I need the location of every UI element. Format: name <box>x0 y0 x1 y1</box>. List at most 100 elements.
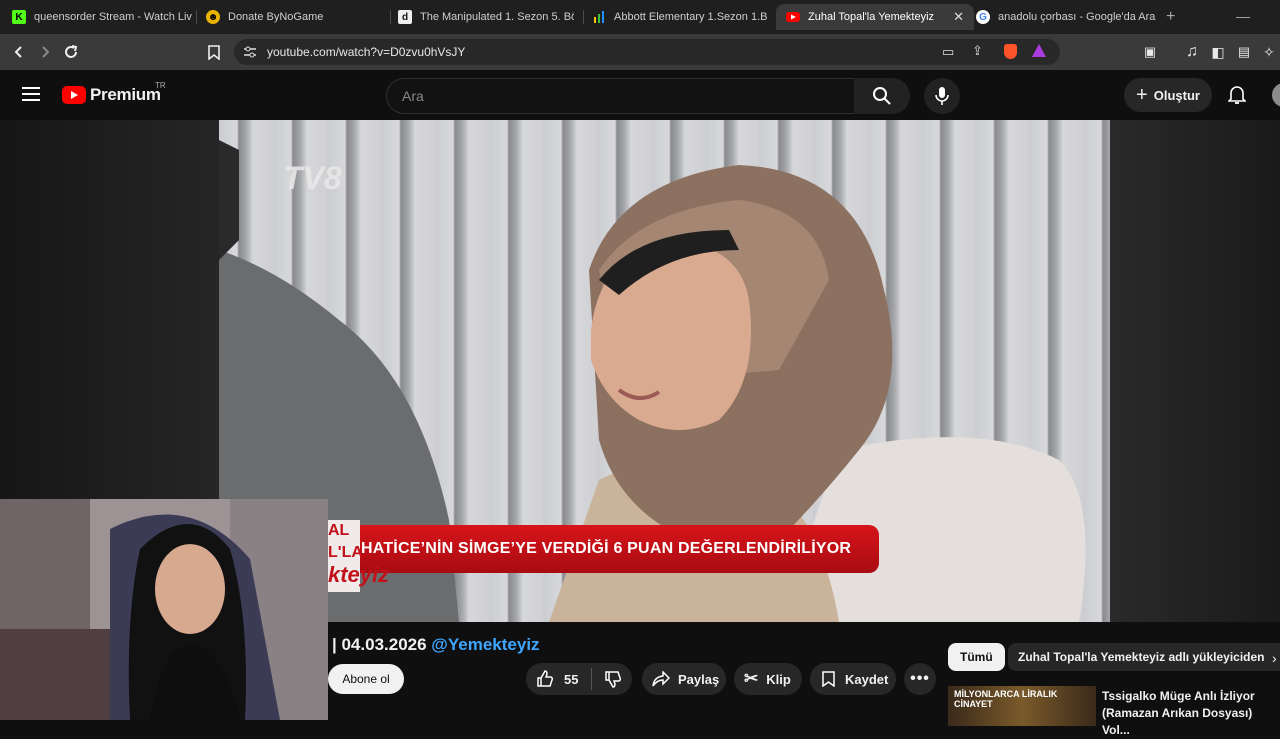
tab-abbott[interactable]: Abbott Elementary 1.Sezon 1.Bö <box>592 4 768 30</box>
youtube-header: Premium TR Ara + Oluştur <box>0 70 1280 120</box>
kick-icon: K <box>12 10 26 24</box>
chip-label: Tümü <box>960 650 993 664</box>
reader-mode-icon[interactable]: ▣ <box>1140 42 1160 62</box>
search-placeholder: Ara <box>402 88 424 104</box>
dislike-button[interactable] <box>604 670 622 688</box>
new-tab-button[interactable]: + <box>1166 8 1175 26</box>
minimize-button[interactable]: — <box>1236 8 1250 24</box>
show-logo-script: kteyiz <box>328 562 390 587</box>
thumbs-down-icon <box>605 671 622 688</box>
youtube-premium-logo[interactable]: Premium TR <box>62 81 166 105</box>
search-button[interactable] <box>854 78 910 114</box>
bookmark-icon <box>208 44 220 60</box>
tab-title: anadolu çorbası - Google'da Ara <box>998 11 1156 23</box>
leo-ai-icon[interactable]: ✧ <box>1259 42 1279 62</box>
back-button[interactable] <box>9 42 29 62</box>
reload-button[interactable] <box>61 42 81 62</box>
search-icon <box>873 87 891 105</box>
plus-icon: + <box>1136 83 1148 106</box>
url-text: youtube.com/watch?v=D0zvu0hVsJY <box>267 45 466 59</box>
browser-toolbar: youtube.com/watch?v=D0zvu0hVsJY ▭ ⇪ ▣ ♫ … <box>0 34 1280 70</box>
site-info-icon[interactable] <box>243 46 257 58</box>
lower-third-text: HATİCE’NİN SİMGE’YE VERDİĞİ 6 PUAN DEĞER… <box>361 540 852 557</box>
cast-icon[interactable]: ▭ <box>942 44 954 60</box>
logo-line: AL <box>328 522 350 539</box>
subscribe-button[interactable]: Abone ol <box>328 664 404 694</box>
bynogame-icon: ☻ <box>206 10 220 24</box>
streamer-webcam <box>0 499 328 720</box>
chip-label: Zuhal Topal'la Yemekteyiz adlı yükleyici… <box>1018 650 1265 664</box>
google-icon: G <box>976 10 990 24</box>
save-bookmark-icon <box>822 671 835 687</box>
video-title: | 04.03.2026 @Yemekteyiz <box>332 635 540 655</box>
tab-kick[interactable]: K queensorder Stream - Watch Liv <box>12 4 192 30</box>
like-dislike-group: 55 <box>526 663 632 695</box>
logo-text: Premium <box>90 85 161 104</box>
tab-title: Donate ByNoGame <box>228 11 324 23</box>
menu-icon[interactable] <box>22 87 40 105</box>
reco-title[interactable]: Tssigalko Müge Anlı İzliyor (Ramazan Arı… <box>1102 688 1280 739</box>
bookmark-page-button[interactable] <box>204 42 224 62</box>
brave-shield-icon[interactable] <box>1004 44 1017 59</box>
create-label: Oluştur <box>1153 87 1200 103</box>
share-label: Paylaş <box>678 671 720 687</box>
save-label: Kaydet <box>845 671 889 687</box>
more-horizontal-icon: ••• <box>910 670 930 687</box>
save-button[interactable]: Kaydet <box>810 663 896 695</box>
video-title-date: | 04.03.2026 <box>332 635 427 654</box>
webcam-scene <box>0 499 328 720</box>
clip-label: Klip <box>766 671 791 687</box>
recommended-video[interactable]: MİLYONLARCA LİRALIK CİNAYET Tssigalko Mü… <box>948 686 1280 737</box>
address-bar[interactable]: youtube.com/watch?v=D0zvu0hVsJY ▭ ⇪ <box>234 39 1060 65</box>
tab-youtube-active[interactable]: Zuhal Topal'la Yemekteyiz 9 ✕ <box>776 4 974 30</box>
bell-icon <box>1227 86 1247 104</box>
chip-all[interactable]: Tümü <box>948 643 1005 671</box>
like-button[interactable]: 55 <box>526 670 578 688</box>
microphone-icon <box>935 87 949 105</box>
lower-third-banner: HATİCE’NİN SİMGE’YE VERDİĞİ 6 PUAN DEĞER… <box>327 525 879 573</box>
scissors-icon: ✂ <box>744 669 759 688</box>
chip-scroll-right-icon[interactable]: › <box>1272 650 1277 666</box>
channel-watermark: TV8 <box>283 160 342 196</box>
voice-search-button[interactable] <box>924 78 960 114</box>
account-avatar[interactable] <box>1272 83 1280 107</box>
reload-icon <box>65 45 78 58</box>
create-button[interactable]: + Oluştur <box>1124 78 1212 112</box>
brave-rewards-icon[interactable] <box>1032 44 1046 57</box>
forward-button[interactable] <box>35 42 55 62</box>
notifications-button[interactable] <box>1227 85 1247 110</box>
thumbnail-caption: MİLYONLARCA LİRALIK CİNAYET <box>954 689 1058 709</box>
dizi-icon: d <box>398 10 412 24</box>
channel-hashtag-link[interactable]: @Yemekteyiz <box>431 635 539 654</box>
share-page-icon[interactable]: ⇪ <box>972 43 983 59</box>
tab-title: queensorder Stream - Watch Liv <box>34 11 192 23</box>
media-icon[interactable]: ♫ <box>1182 42 1202 62</box>
browser-tab-bar: K queensorder Stream - Watch Liv ☻ Donat… <box>0 0 1280 34</box>
tab-bynogame[interactable]: ☻ Donate ByNoGame <box>206 4 386 30</box>
more-actions-button[interactable]: ••• <box>904 663 936 695</box>
tab-manipulated[interactable]: d The Manipulated 1. Sezon 5. Bö <box>398 4 574 30</box>
share-button[interactable]: Paylaş <box>642 663 726 695</box>
arrow-left-icon <box>14 46 22 58</box>
country-code: TR <box>155 81 166 90</box>
abbott-icon <box>592 10 606 24</box>
tab-google[interactable]: G anadolu çorbası - Google'da Ara <box>976 4 1156 30</box>
chip-uploader[interactable]: Zuhal Topal'la Yemekteyiz adlı yükleyici… <box>1008 643 1280 671</box>
logo-line: L'LA <box>328 544 363 561</box>
player-right-backdrop <box>1110 120 1280 622</box>
clip-button[interactable]: ✂ Klip <box>734 663 802 695</box>
tab-title: Abbott Elementary 1.Sezon 1.Bö <box>614 11 768 23</box>
youtube-play-icon <box>62 86 86 104</box>
wallet-icon[interactable]: ▤ <box>1234 42 1254 62</box>
youtube-icon <box>786 10 800 24</box>
share-icon <box>652 671 670 687</box>
arrow-right-icon <box>42 46 50 58</box>
search-input[interactable]: Ara <box>386 78 856 114</box>
thumbs-up-icon <box>537 670 554 687</box>
tab-title: Zuhal Topal'la Yemekteyiz 9 <box>808 11 936 23</box>
close-icon[interactable]: ✕ <box>953 9 964 25</box>
video-info-area: | 04.03.2026 @Yemekteyiz Abone ol 55 Pay… <box>328 622 1280 737</box>
tab-title: The Manipulated 1. Sezon 5. Bö <box>420 11 574 23</box>
reco-thumbnail[interactable]: MİLYONLARCA LİRALIK CİNAYET <box>948 686 1096 726</box>
sidebar-toggle-icon[interactable]: ◧ <box>1208 42 1228 62</box>
